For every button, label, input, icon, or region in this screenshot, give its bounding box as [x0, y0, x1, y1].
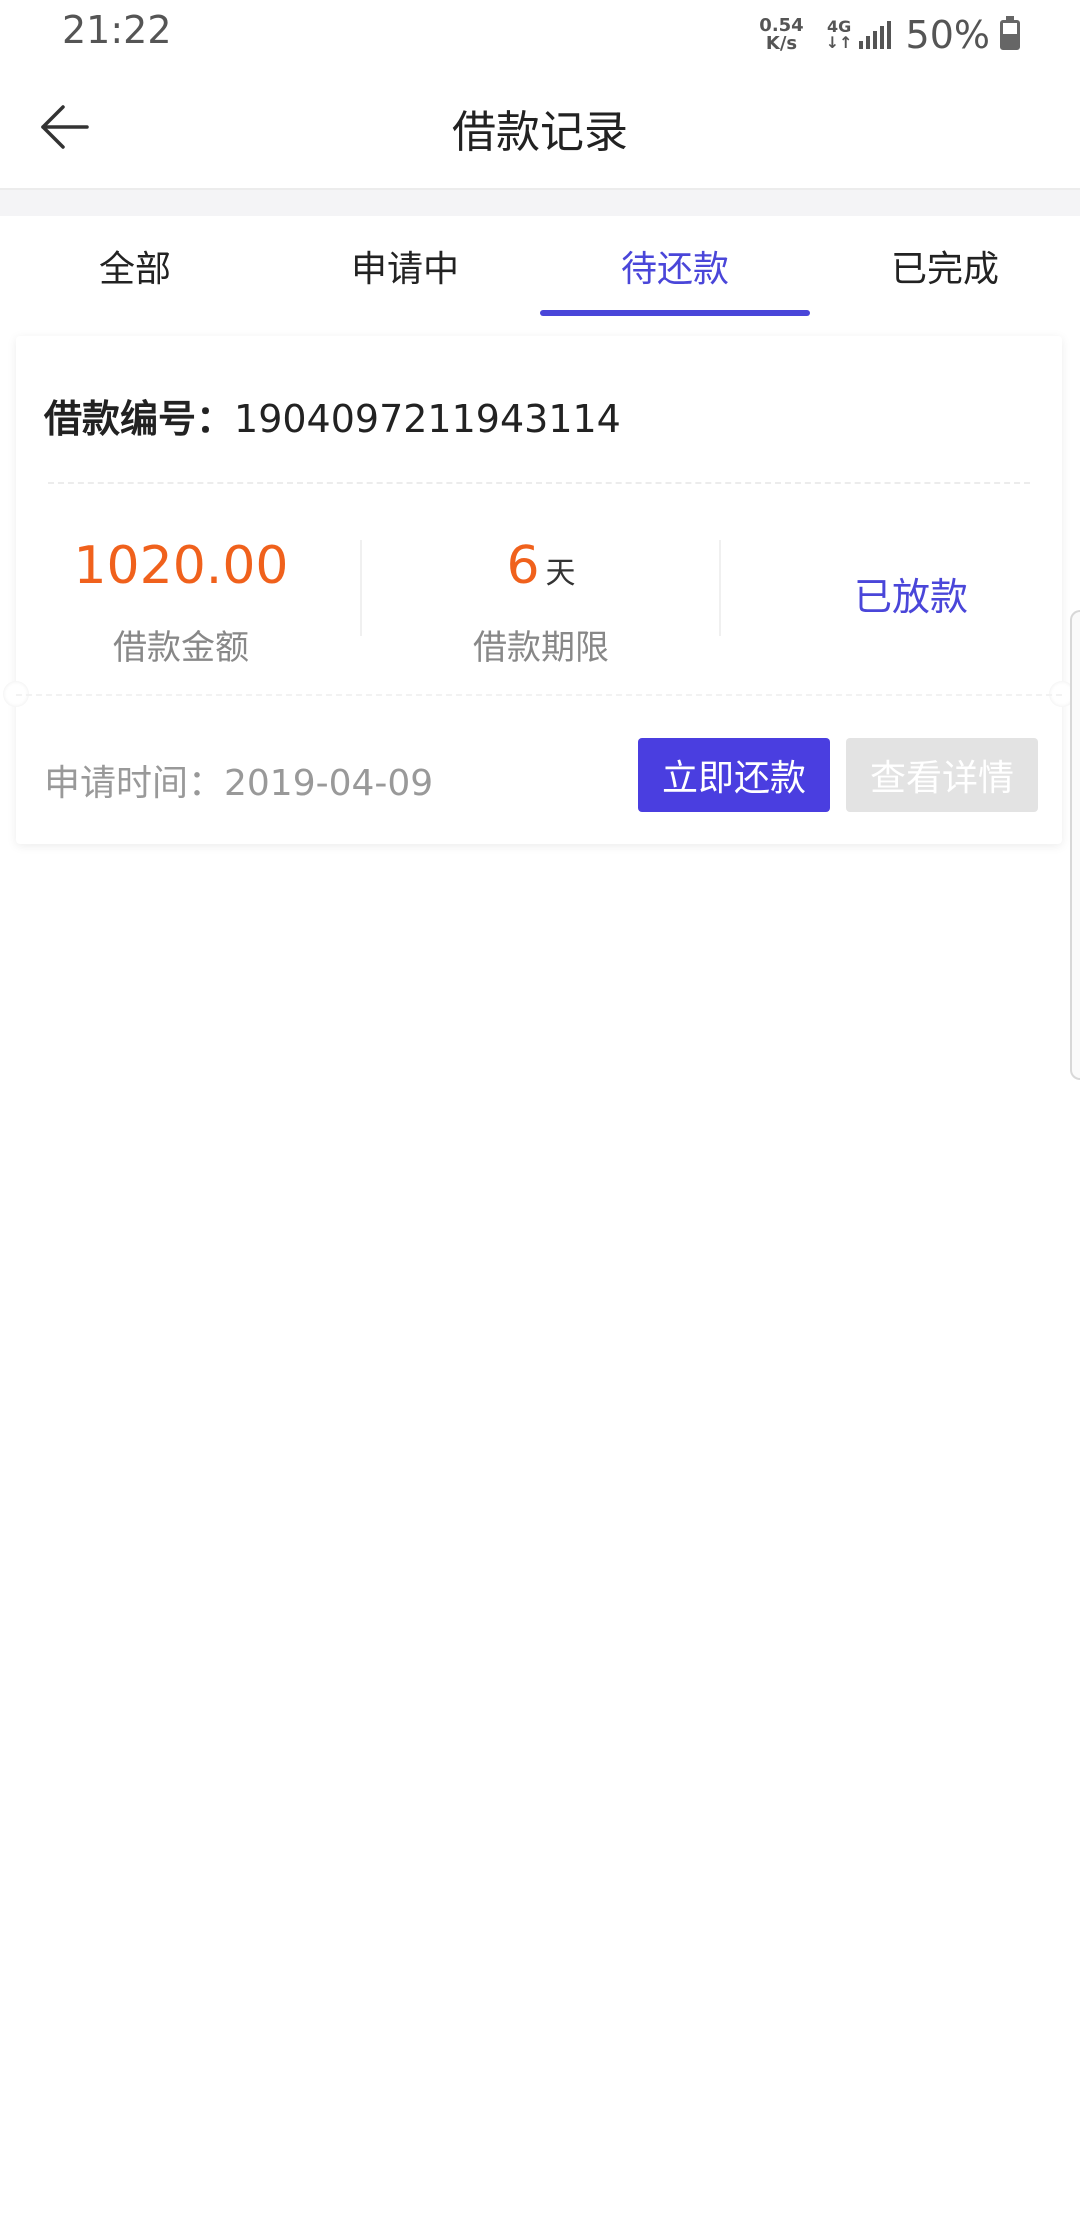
- network-speed: 0.54 K/s: [759, 17, 803, 53]
- loan-amount: 1020.00 借款金额: [16, 526, 346, 669]
- loan-status-text: 已放款: [853, 575, 968, 619]
- header: 借款记录: [0, 66, 1080, 188]
- battery-percent: 50%: [905, 13, 990, 57]
- status-bar: 21:22 0.54 K/s 4G ↓↑ 50%: [0, 0, 1080, 66]
- network-arrows-icon: ↓↑: [825, 33, 853, 52]
- vertical-divider: [360, 540, 362, 636]
- network-speed-unit: K/s: [765, 33, 798, 54]
- tab-applying[interactable]: 申请中: [270, 216, 540, 316]
- loan-number-label: 借款编号：: [44, 397, 235, 441]
- divider: [48, 482, 1030, 484]
- loan-term-label: 借款期限: [473, 628, 609, 668]
- vertical-divider: [719, 540, 721, 636]
- loan-number: 借款编号：1904097211943114: [44, 388, 621, 443]
- status-time: 21:22: [62, 8, 172, 52]
- loan-term-row: 6天: [376, 526, 706, 606]
- loan-amount-label: 借款金额: [113, 628, 249, 668]
- loan-amount-value: 1020.00: [73, 536, 289, 596]
- status-indicators: 0.54 K/s 4G ↓↑ 50%: [759, 10, 1020, 60]
- apply-time: 申请时间：2019-04-09: [44, 763, 434, 804]
- loan-status: 已放款: [746, 566, 1076, 621]
- header-divider: [0, 188, 1080, 216]
- loan-term-value: 6: [506, 536, 540, 596]
- repay-now-button[interactable]: 立即还款: [638, 738, 830, 812]
- loan-term-unit: 天: [545, 556, 576, 591]
- page: 21:22 0.54 K/s 4G ↓↑ 50% 借款记录 全部 申请中 待还款…: [0, 0, 1080, 2220]
- tab-bar: 全部 申请中 待还款 已完成: [0, 216, 1080, 316]
- network-type: 4G ↓↑: [826, 19, 853, 51]
- edge-panel-handle[interactable]: [1070, 610, 1080, 1080]
- tab-pending-repayment[interactable]: 待还款: [540, 216, 810, 316]
- page-title: 借款记录: [452, 107, 628, 158]
- loan-number-value: 1904097211943114: [234, 397, 621, 441]
- loan-term: 6天 借款期限: [376, 526, 706, 669]
- battery-icon: [1000, 16, 1020, 50]
- divider: [16, 694, 1062, 696]
- loan-card: 借款编号：1904097211943114 1020.00 借款金额 6天 借款…: [3, 336, 1075, 844]
- tab-completed[interactable]: 已完成: [810, 216, 1080, 316]
- tab-all[interactable]: 全部: [0, 216, 270, 316]
- view-details-button[interactable]: 查看详情: [846, 738, 1038, 812]
- signal-icon: [858, 21, 894, 49]
